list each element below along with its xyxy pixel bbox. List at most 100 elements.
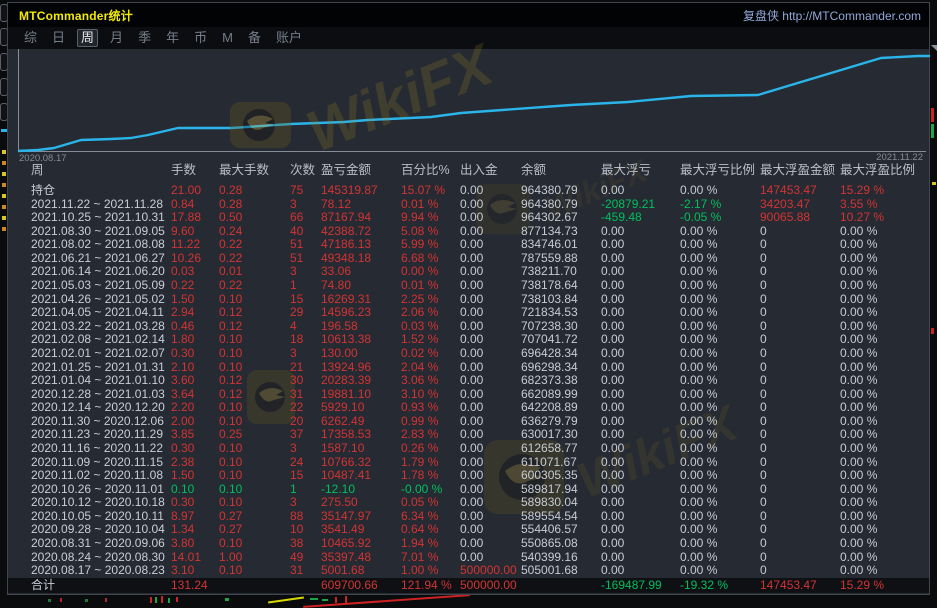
table-row[interactable]: 2020.08.24 ~ 2020.08.3014.011.004935397.… — [8, 551, 929, 565]
cell: 18 — [290, 333, 321, 347]
cell: 0.00 — [601, 564, 680, 578]
cell: 0.25 — [219, 428, 290, 442]
cell: 0 — [760, 415, 840, 429]
table-row[interactable]: 2020.11.30 ~ 2020.12.062.000.10206262.49… — [8, 415, 929, 429]
cell: 130.00 — [321, 347, 401, 361]
cell: 145319.87 — [321, 184, 401, 198]
column-header: 手数 — [171, 163, 219, 178]
cell: 3 — [290, 347, 321, 361]
cell: 31 — [290, 564, 321, 578]
table-row[interactable]: 2021.06.21 ~ 2021.06.2710.260.225149348.… — [8, 252, 929, 266]
row-period-label: 2020.12.28 ~ 2021.01.03 — [31, 388, 171, 402]
table-row[interactable]: 2020.10.26 ~ 2020.11.010.100.101-12.10-0… — [8, 483, 929, 497]
cell: 2.06 % — [401, 306, 460, 320]
cell: 0.00 — [601, 401, 680, 415]
total-row[interactable]: 合计131.24609700.66121.94 %500000.00-16948… — [8, 578, 929, 593]
cell: 0.00 — [460, 510, 521, 524]
menu-item-9[interactable]: 备 — [245, 30, 264, 46]
cell: -19.32 % — [680, 578, 760, 593]
cell: 600305.35 — [521, 469, 601, 483]
background-chart-artifact — [155, 597, 157, 603]
cell: 75 — [290, 184, 321, 198]
table-row[interactable]: 2020.08.31 ~ 2020.09.063.800.103810465.9… — [8, 537, 929, 551]
cell: 0.00 — [601, 238, 680, 252]
cell: 3.64 — [171, 388, 219, 402]
table-row[interactable]: 2020.11.23 ~ 2020.11.293.850.253717358.5… — [8, 428, 929, 442]
table-row[interactable]: 2020.09.28 ~ 2020.10.041.340.27103541.49… — [8, 523, 929, 537]
cell: 0.00 % — [840, 551, 929, 565]
cell: 37 — [290, 428, 321, 442]
cell — [219, 578, 290, 593]
cell: 0.00 — [601, 551, 680, 565]
menu-item-8[interactable]: M — [219, 30, 236, 46]
table-row[interactable]: 2020.10.12 ~ 2020.10.180.300.103275.500.… — [8, 496, 929, 510]
row-period-label: 2020.11.23 ~ 2020.11.29 — [31, 428, 171, 442]
menu-item-3[interactable]: 周 — [77, 29, 98, 47]
column-header: 最大浮亏比例 — [680, 163, 760, 178]
table-row[interactable]: 2021.05.03 ~ 2021.05.090.220.22174.800.0… — [8, 279, 929, 293]
table-row[interactable]: 2021.03.22 ~ 2021.03.280.460.124196.580.… — [8, 320, 929, 334]
cell: 0.00 % — [840, 293, 929, 307]
table-row[interactable]: 2021.06.14 ~ 2021.06.200.030.01333.060.0… — [8, 265, 929, 279]
menu-item-2[interactable]: 日 — [49, 30, 68, 46]
cell: 0 — [760, 483, 840, 497]
cell: 0.00 — [601, 415, 680, 429]
row-period-label: 2020.08.17 ~ 2020.08.23 — [31, 564, 171, 578]
row-period-label: 2021.05.03 ~ 2021.05.09 — [31, 279, 171, 293]
menu-item-6[interactable]: 年 — [163, 30, 182, 46]
cell: 0.00 % — [680, 456, 760, 470]
cell: 87167.94 — [321, 211, 401, 225]
table-row[interactable]: 2021.01.25 ~ 2021.01.312.100.102113924.9… — [8, 361, 929, 375]
table-row[interactable]: 2021.08.30 ~ 2021.09.059.600.244042388.7… — [8, 225, 929, 239]
cell: 0.00 — [601, 537, 680, 551]
row-period-label: 2021.02.08 ~ 2021.02.14 — [31, 333, 171, 347]
cell: 196.58 — [321, 320, 401, 334]
cell: 15.07 % — [401, 184, 460, 198]
cell: 0.10 — [219, 415, 290, 429]
cell: 0.00 — [460, 347, 521, 361]
titlebar[interactable]: MTCommander统计 复盘侠 http://MTCommander.com — [8, 3, 929, 27]
cell: 834746.01 — [521, 238, 601, 252]
menu-item-4[interactable]: 月 — [107, 30, 126, 46]
cell: 500000.00 — [460, 564, 521, 578]
cell: 0.00 % — [840, 306, 929, 320]
column-header: 最大浮亏 — [601, 163, 680, 178]
cell: 0.00 — [460, 388, 521, 402]
cell: 0 — [760, 252, 840, 266]
table-row[interactable]: 2020.10.05 ~ 2020.10.118.970.278835147.9… — [8, 510, 929, 524]
table-row[interactable]: 2021.02.01 ~ 2021.02.070.300.103130.000.… — [8, 347, 929, 361]
background-chart-artifact — [2, 216, 6, 220]
menu-item-10[interactable]: 账户 — [273, 30, 305, 46]
table-row[interactable]: 2021.04.05 ~ 2021.04.112.940.122914596.2… — [8, 306, 929, 320]
menu-item-1[interactable]: 综 — [21, 30, 40, 46]
column-header: 周 — [31, 163, 171, 178]
cell: 0.00 — [460, 428, 521, 442]
row-period-label: 2021.06.21 ~ 2021.06.27 — [31, 252, 171, 266]
cell: 0.00 % — [680, 428, 760, 442]
table-row[interactable]: 2021.10.25 ~ 2021.10.3117.880.506687167.… — [8, 211, 929, 225]
table-row[interactable]: 2021.01.04 ~ 2021.01.103.600.123020283.3… — [8, 374, 929, 388]
table-row[interactable]: 2021.08.02 ~ 2021.08.0811.220.225147186.… — [8, 238, 929, 252]
table-row[interactable]: 2021.02.08 ~ 2021.02.141.800.101810613.3… — [8, 333, 929, 347]
cell: 0.10 — [219, 293, 290, 307]
cell: 90065.88 — [760, 211, 840, 225]
table-row[interactable]: 2020.11.16 ~ 2020.11.220.300.1031587.100… — [8, 442, 929, 456]
cell: 0.12 — [219, 374, 290, 388]
brand-link[interactable]: 复盘侠 http://MTCommander.com — [743, 7, 921, 24]
table-row[interactable]: 持仓21.000.2875145319.8715.07 %0.00964380.… — [8, 184, 929, 198]
table-row[interactable]: 2020.12.14 ~ 2020.12.202.200.10225929.10… — [8, 401, 929, 415]
table-row[interactable]: 2020.08.17 ~ 2020.08.233.100.10315001.68… — [8, 564, 929, 578]
table-row[interactable]: 2021.04.26 ~ 2021.05.021.500.101516269.3… — [8, 293, 929, 307]
table-row[interactable]: 2020.11.09 ~ 2020.11.152.380.102410766.3… — [8, 456, 929, 470]
cell: 0.00 % — [680, 483, 760, 497]
table-row[interactable]: 2021.11.22 ~ 2021.11.280.840.28378.120.0… — [8, 198, 929, 212]
cell: 0.99 % — [401, 415, 460, 429]
table-row[interactable]: 2020.11.02 ~ 2020.11.081.500.101510487.4… — [8, 469, 929, 483]
menu-item-7[interactable]: 币 — [191, 30, 210, 46]
menu-item-5[interactable]: 季 — [135, 30, 154, 46]
cell: 721834.53 — [521, 306, 601, 320]
table-row[interactable]: 2020.12.28 ~ 2021.01.033.640.123119881.1… — [8, 388, 929, 402]
cell: 15 — [290, 469, 321, 483]
cell: 540399.16 — [521, 551, 601, 565]
cell: 0.26 % — [401, 442, 460, 456]
